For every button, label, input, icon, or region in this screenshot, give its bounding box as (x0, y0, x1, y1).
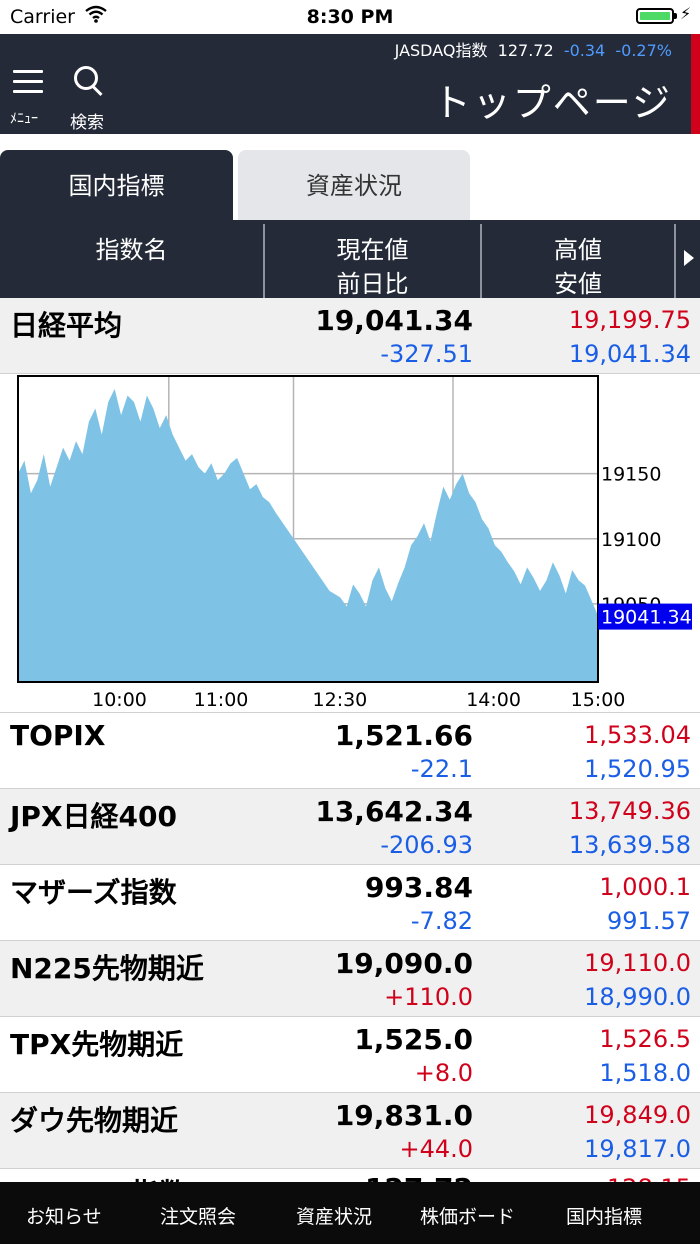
table-row[interactable]: ダウ先物期近 19,831.0 +44.0 19,849.0 19,817.0 (0, 1093, 700, 1169)
low-value: 1,520.95 (584, 755, 691, 783)
change-value: -7.82 (410, 907, 473, 935)
low-value: 13,639.58 (568, 831, 691, 859)
current-value: 127.72 (365, 1172, 473, 1182)
tabbar-item-order-inquiry[interactable]: 注文照会 (160, 1202, 236, 1229)
chart-x-tick-label: 14:00 (466, 689, 521, 711)
header-ticker[interactable]: JASDAQ指数 127.72 -0.34 -0.27% (395, 37, 672, 61)
clock: 8:30 PM (306, 6, 394, 28)
ticker-value: 127.72 (497, 41, 554, 60)
tab-domestic-indices[interactable]: 国内指標 (0, 150, 233, 220)
index-name: ダウ先物期近 (10, 1104, 179, 1137)
page-title: トップページ (432, 81, 672, 125)
current-value: 1,525.0 (354, 1023, 473, 1056)
high-value: 19,110.0 (584, 949, 691, 977)
column-divider (674, 224, 676, 298)
column-header-high-low[interactable]: 高値 安値 (482, 220, 674, 298)
current-value: 19,090.0 (334, 947, 473, 980)
low-value: 19,041.34 (568, 340, 691, 368)
index-name: JPX日経400 (10, 800, 177, 833)
change-value: -206.93 (380, 831, 473, 859)
menu-button[interactable]: ﾒﾆｭｰ (10, 68, 54, 130)
current-value: 13,642.34 (315, 795, 473, 828)
tabbar-item-stock-board[interactable]: 株価ボード (420, 1202, 515, 1229)
battery-icon (636, 8, 677, 24)
low-value: 1,518.0 (599, 1059, 691, 1087)
high-value: 19,199.75 (568, 306, 691, 334)
table-row-partial[interactable]: JASDAQ指数 127.72 128.15 (0, 1168, 700, 1182)
search-label: 検索 (70, 113, 104, 133)
table-header: 指数名 現在値 前日比 高値 安値 (0, 220, 700, 298)
current-value: 19,041.34 (315, 304, 473, 337)
high-value: 1,000.1 (599, 873, 691, 901)
tab-bar: 国内指標 資産状況 (0, 150, 700, 220)
index-name: 日経平均 (10, 309, 123, 342)
index-name: JASDAQ指数 (10, 1172, 187, 1182)
ticker-change: -0.34 (563, 41, 606, 60)
change-value: +44.0 (399, 1135, 473, 1163)
chart-y-tick-label: 19150 (601, 464, 661, 486)
column-header-current[interactable]: 現在値 前日比 (265, 220, 480, 298)
current-value: 1,521.66 (334, 719, 473, 752)
chart-area-series (18, 389, 598, 682)
index-list: 日経平均 19,041.34 -327.51 19,199.75 19,041.… (0, 298, 700, 1169)
low-value: 18,990.0 (584, 983, 691, 1011)
chart-svg: 19150191001905019041.3410:0011:0012:3014… (17, 375, 692, 711)
change-value: -327.51 (380, 340, 473, 368)
accent-bar (691, 34, 700, 134)
menu-label: ﾒﾆｭｰ (10, 111, 38, 127)
high-value: 1,533.04 (584, 721, 691, 749)
status-bar: Carrier 8:30 PM ⚡ (0, 0, 700, 34)
tabbar-item-assets[interactable]: 資産状況 (296, 1202, 372, 1229)
tabbar-item-domestic-indices[interactable]: 国内指標 (566, 1202, 642, 1229)
current-value: 993.84 (364, 871, 473, 904)
low-value: 19,817.0 (584, 1135, 691, 1163)
ticker-name: JASDAQ指数 (394, 41, 488, 60)
index-name: N225先物期近 (10, 952, 204, 985)
table-row[interactable]: 日経平均 19,041.34 -327.51 19,199.75 19,041.… (0, 298, 700, 374)
chart-x-tick-label: 11:00 (194, 689, 249, 711)
low-value: 991.57 (607, 907, 691, 935)
column-header-name[interactable]: 指数名 (0, 220, 263, 298)
current-value: 19,831.0 (334, 1099, 473, 1132)
high-value: 19,849.0 (584, 1101, 691, 1129)
change-value: +8.0 (414, 1059, 473, 1087)
bottom-tab-bar: お知らせ 注文照会 資産状況 株価ボード 国内指標 (0, 1182, 700, 1244)
ticker-change-pct: -0.27% (615, 41, 672, 60)
hamburger-icon (13, 70, 43, 73)
change-value: -22.1 (410, 755, 473, 783)
tabbar-item-news[interactable]: お知らせ (26, 1202, 102, 1229)
high-value: 1,526.5 (599, 1025, 691, 1053)
chart-y-tick-label: 19100 (601, 529, 661, 551)
chart-x-tick-label: 10:00 (92, 689, 147, 711)
high-value: 13,749.36 (568, 797, 691, 825)
intraday-chart[interactable]: 19150191001905019041.3410:0011:0012:3014… (0, 374, 700, 713)
index-name: マザーズ指数 (10, 876, 177, 909)
index-name: TPX先物期近 (10, 1028, 184, 1061)
high-value: 128.15 (607, 1174, 691, 1182)
chart-x-tick-label: 15:00 (571, 689, 626, 711)
scroll-right-arrow-icon[interactable] (684, 250, 694, 266)
search-button[interactable]: 検索 (68, 64, 118, 133)
table-row[interactable]: N225先物期近 19,090.0 +110.0 19,110.0 18,990… (0, 941, 700, 1017)
chart-last-value-label: 19041.34 (601, 607, 692, 629)
table-row[interactable]: TPX先物期近 1,525.0 +8.0 1,526.5 1,518.0 (0, 1017, 700, 1093)
table-row[interactable]: TOPIX 1,521.66 -22.1 1,533.04 1,520.95 (0, 713, 700, 789)
change-value: +110.0 (384, 983, 473, 1011)
index-name: TOPIX (10, 719, 106, 752)
charging-icon: ⚡ (680, 4, 692, 23)
table-row[interactable]: JPX日経400 13,642.34 -206.93 13,749.36 13,… (0, 789, 700, 865)
app-header: JASDAQ指数 127.72 -0.34 -0.27% ﾒﾆｭｰ 検索 トップ… (0, 34, 700, 134)
chart-x-tick-label: 12:30 (313, 689, 368, 711)
tab-asset-status[interactable]: 資産状況 (238, 150, 470, 220)
table-row[interactable]: マザーズ指数 993.84 -7.82 1,000.1 991.57 (0, 865, 700, 941)
